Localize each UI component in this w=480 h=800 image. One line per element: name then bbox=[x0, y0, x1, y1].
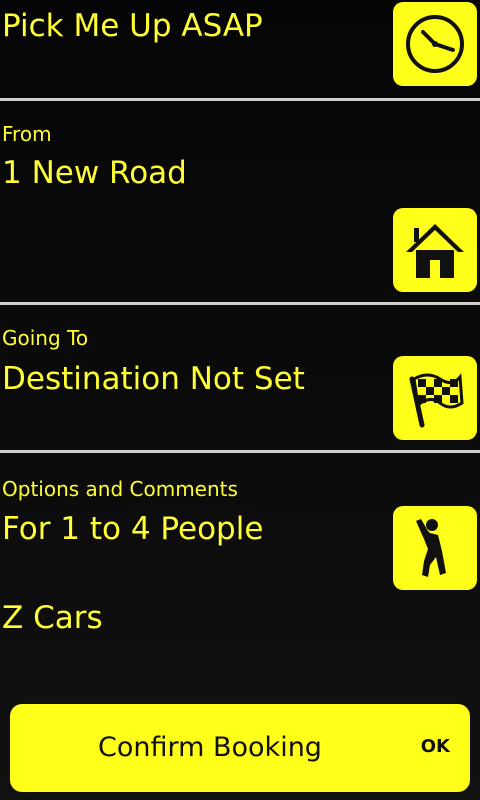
person-icon bbox=[416, 519, 446, 577]
destination-button[interactable] bbox=[393, 356, 477, 440]
from-label: From bbox=[2, 122, 52, 146]
options-label: Options and Comments bbox=[2, 477, 238, 501]
ok-label: OK bbox=[420, 736, 450, 757]
divider bbox=[0, 98, 480, 101]
company-value[interactable]: Z Cars bbox=[2, 600, 103, 636]
home-icon bbox=[406, 224, 464, 278]
divider bbox=[0, 450, 480, 453]
pickup-title[interactable]: Pick Me Up ASAP bbox=[2, 8, 263, 44]
destination-value[interactable]: Destination Not Set bbox=[2, 361, 305, 397]
confirm-booking-button[interactable]: Confirm Booking OK bbox=[10, 704, 470, 792]
clock-icon bbox=[406, 15, 464, 73]
checkered-flag-icon bbox=[409, 373, 464, 428]
booking-screen: Pick Me Up ASAP From 1 New Road Going To… bbox=[0, 0, 480, 800]
divider bbox=[0, 302, 480, 305]
people-value[interactable]: For 1 to 4 People bbox=[2, 511, 263, 547]
options-button[interactable] bbox=[393, 506, 477, 590]
confirm-booking-label: Confirm Booking bbox=[98, 732, 322, 763]
home-button[interactable] bbox=[393, 208, 477, 292]
from-value[interactable]: 1 New Road bbox=[2, 155, 187, 191]
going-to-label: Going To bbox=[2, 326, 89, 350]
pickup-time-button[interactable] bbox=[393, 2, 477, 86]
